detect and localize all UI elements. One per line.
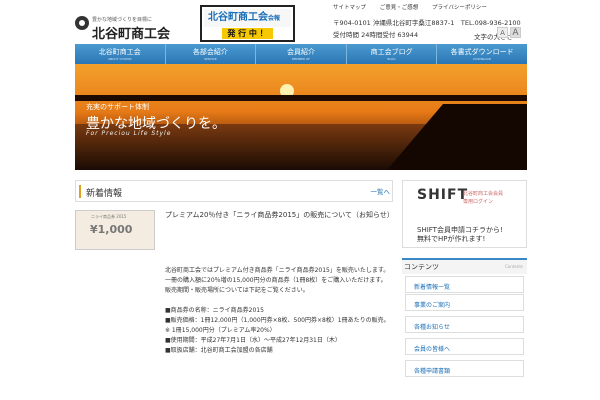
contents-item-label: 各種申請書類 xyxy=(414,368,451,375)
nav-item-download[interactable]: 各書式ダウンロード DOWNLOAD xyxy=(437,44,527,64)
utility-links: サイトマップ ご意見・ご感想 プライバシーポリシー xyxy=(333,3,499,11)
contents-item-label: 事業のご案内 xyxy=(414,302,451,309)
nav-sub: ABOUT CHATAN xyxy=(108,57,132,61)
main-nav: 北谷町商工会 ABOUT CHATAN 各部会紹介 SERVICE 会員紹介 MEMB… xyxy=(75,44,527,64)
article-line: ■販売価格：1冊12,000円（1,000円券×8枚、500円券×8枚）1冊あた… xyxy=(165,317,390,324)
sidebar: SHIFT 北谷町商工会会員 専用ログイン SHIFT会員申請コチラから! 無料… xyxy=(402,180,527,400)
gear-logo-icon xyxy=(75,16,89,30)
article-line xyxy=(165,296,393,306)
shift-login-label: 専用ログイン xyxy=(463,199,494,205)
article-body: 北谷町商工会ではプレミアム付き商品券「ニライ商品券2015」を販売いたします。 … xyxy=(165,266,393,356)
news-more-link[interactable]: 一覧へ xyxy=(371,186,391,196)
banner-status: 発 行 中 ！ xyxy=(222,28,273,39)
hero-pier xyxy=(75,95,527,101)
privacy-link[interactable]: プライバシーポリシー xyxy=(432,5,487,11)
banner-title-row: 北谷町商工会会報 xyxy=(204,9,291,27)
nav-sub: BLOG xyxy=(387,57,396,61)
shift-logo: SHIFT xyxy=(417,187,469,203)
contents-item[interactable]: 会員の皆様へ xyxy=(405,338,524,355)
contact-link[interactable]: ご意見・ご感想 xyxy=(380,5,419,11)
article-line: ■使用期間：平成27年7月1日（水）〜平成27年12月31日（木） xyxy=(165,337,341,344)
news-section: 新着情報 一覧へ ニライ商品券 2015 ¥1,000 プレミアム20％付き「ニ… xyxy=(75,180,394,400)
voucher-thumbnail[interactable]: ニライ商品券 2015 ¥1,000 xyxy=(75,210,155,250)
shift-login-box[interactable]: SHIFT 北谷町商工会会員 専用ログイン SHIFT会員申請コチラから! 無料… xyxy=(402,180,527,248)
contents-item-label: 会員の皆様へ xyxy=(414,346,451,353)
nav-item-service[interactable]: 各部会紹介 SERVICE xyxy=(166,44,257,64)
text-size-large-button[interactable]: A xyxy=(510,27,521,38)
nav-label: 会員紹介 xyxy=(286,48,315,56)
article-line: 販売期間・販売場所については下記をご覧ください。 xyxy=(165,287,309,294)
shift-ad[interactable]: SHIFT会員申請コチラから! 無料でHPが作れます! xyxy=(417,226,503,244)
shift-ad-line-2: 無料でHPが作れます! xyxy=(417,235,486,243)
nav-item-about[interactable]: 北谷町商工会 ABOUT CHATAN xyxy=(75,44,166,64)
article-title-link[interactable]: プレミアム20％付き「ニライ商品券2015」の販売について（お知らせ） xyxy=(165,210,394,220)
voucher-label: ニライ商品券 2015 xyxy=(91,214,127,219)
logo-org-name: 北谷町商工会 xyxy=(92,27,171,42)
site-logo[interactable]: 豊かな地域づくりを目標に 北谷町商工会 xyxy=(75,8,185,42)
shift-subtitle: 北谷町商工会会員 xyxy=(463,191,504,197)
nav-sub: DOWNLOAD xyxy=(473,57,492,61)
contents-header: コンテンツ Contents xyxy=(402,258,527,274)
voucher-value: ¥1,000 xyxy=(90,223,133,236)
article-line: ※ 1冊15,000円分（プレミアム率20%） xyxy=(165,327,276,334)
contents-item-label: 各種お知らせ xyxy=(414,324,450,331)
article-line: ■取扱店舗：北谷町商工会加盟の各店舗 xyxy=(165,347,273,354)
news-title: 新着情報 xyxy=(86,189,123,199)
contact-info: 〒904-0101 沖縄県北谷町字桑江8837-1 TEL.098-936-21… xyxy=(333,19,521,27)
hero-image: 充実のサポート体制 豊かな地域づくりを。 For Preciou Life St… xyxy=(75,64,527,170)
news-header: 新着情報 一覧へ xyxy=(75,180,393,202)
nav-sub: MEMBER OF xyxy=(291,57,311,61)
nav-label: 各部会紹介 xyxy=(192,48,228,56)
article-line: 一冊の購入額に20％増の15,000円分の商品券（1冊8枚）をご購入いただけます… xyxy=(165,277,387,284)
site-header: 豊かな地域づくりを目標に 北谷町商工会 北谷町商工会会報 発 行 中 ！ サイト… xyxy=(75,0,527,44)
logo-tagline: 豊かな地域づくりを目標に xyxy=(92,17,153,23)
contents-item[interactable]: 新着情報一覧 xyxy=(405,276,524,293)
text-size-small-button[interactable]: A xyxy=(497,27,508,38)
nav-item-blog[interactable]: 商工会ブログ BLOG xyxy=(347,44,438,64)
news-header-accent xyxy=(79,185,81,198)
contents-item[interactable]: 各種お知らせ xyxy=(405,316,524,333)
contents-title-en: Contents xyxy=(505,264,523,269)
article-line: 北谷町商工会ではプレミアム付き商品券「ニライ商品券2015」を販売いたします。 xyxy=(165,267,390,274)
banner-title: 北谷町商工会 xyxy=(208,12,268,23)
hero-line-3: For Preciou Life Style xyxy=(86,130,172,137)
contents-item[interactable]: 各種申請書類 xyxy=(405,360,524,377)
article-line: ■商品券の名称：ニライ商品券2015 xyxy=(165,307,264,314)
nav-label: 各書式ダウンロード xyxy=(450,48,514,56)
hero-line-1: 充実のサポート体制 xyxy=(86,103,149,111)
nav-label: 商工会ブログ xyxy=(370,48,413,56)
banner-title-small: 会報 xyxy=(268,15,281,22)
contents-title: コンテンツ xyxy=(404,263,439,271)
contents-item[interactable]: 事業のご案内 xyxy=(405,294,524,311)
shift-ad-line-1: SHIFT会員申請コチラから! xyxy=(417,226,503,234)
nav-item-member[interactable]: 会員紹介 MEMBER OF xyxy=(256,44,347,64)
nav-label: 北谷町商工会 xyxy=(98,48,141,56)
contents-item-label: 新着情報一覧 xyxy=(414,284,451,291)
hours-info: 受付時間 24時間受付 63944 xyxy=(333,31,419,39)
nav-sub: SERVICE xyxy=(204,57,217,61)
newsletter-banner[interactable]: 北谷町商工会会報 発 行 中 ！ xyxy=(200,5,295,42)
sitemap-link[interactable]: サイトマップ xyxy=(333,5,366,11)
